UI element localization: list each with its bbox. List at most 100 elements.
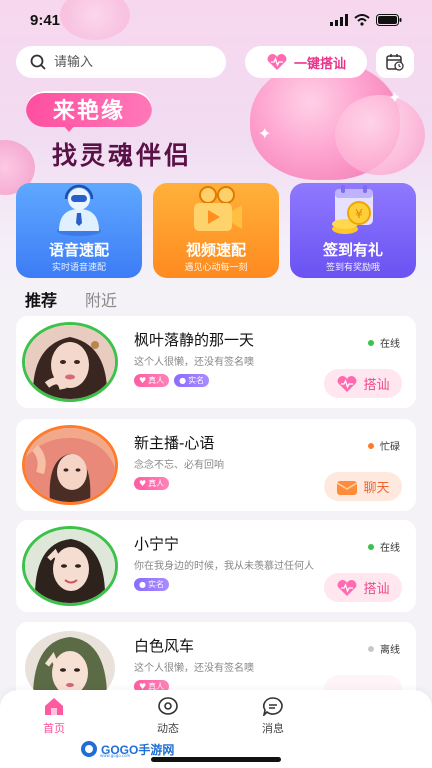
video-match-card[interactable]: 视频速配 遇见心动每一刻 [153,183,279,278]
tab-messages-label: 消息 [262,722,284,735]
quick-match-button[interactable]: 一键搭讪 [245,46,367,78]
status-label: 在线 [380,339,400,350]
banner-tag: 来艳缘 [26,91,152,127]
status-label: 离线 [380,645,400,656]
message-icon [262,697,283,716]
search-box[interactable] [16,46,226,78]
search-input[interactable] [54,54,194,70]
signal-icon [330,14,348,26]
user-badges: ● 实名 [134,578,169,591]
real-person-badge: ♥ 真人 [134,374,170,387]
heart-badge-icon: ♥ [139,376,147,385]
badge-label: 真人 [148,376,165,385]
sparkle-icon: ✦ [258,124,272,143]
battery-icon [376,14,402,26]
heart-icon [267,54,287,70]
envelope-icon [337,480,358,495]
chat-label: 聊天 [363,481,390,496]
watermark-logo-icon [81,741,97,757]
avatar[interactable] [22,526,118,606]
checkin-reward-card[interactable]: ¥ 签到有礼 签到有奖励哦 [290,183,416,278]
status-dot-icon [368,339,374,346]
headset-robot-icon [57,184,101,236]
greet-label: 搭讪 [363,378,390,393]
user-card[interactable]: 枫叶落静的那一天 这个人很懒，还没有签名噢 ♥ 真人 ● 实名 在线 搭讪 [16,316,416,408]
heart-icon [338,375,357,392]
tab-moments[interactable]: 动态 [138,696,198,736]
banner-title: 找灵魂伴侣 [52,141,193,170]
tab-messages[interactable]: 消息 [243,696,303,736]
badge-label: 实名 [188,376,205,385]
tab-recommend[interactable]: 推荐 [25,287,57,311]
feature-cards: 语音速配 实时语音速配 视频速配 遇见心动每一刻 ¥ 签到有礼 签到有奖励哦 [16,183,416,278]
person-badge-icon: ● [179,376,187,385]
video-match-title: 视频速配 [185,241,246,259]
user-name: 枫叶落静的那一天 [134,331,255,349]
checkin-calendar-button[interactable] [376,46,414,78]
user-card[interactable]: 小宁宁 你在我身边的时候，我从未羡慕过任何人 ● 实名 在线 搭讪 [16,520,416,612]
user-signature: 你在我身边的时候，我从未羡慕过任何人 [134,561,314,572]
verified-name-badge: ● 实名 [174,374,210,387]
user-badges: ♥ 真人 ● 实名 [134,374,210,387]
home-icon [45,698,63,715]
user-status: 离线 [368,641,400,656]
status-bar: 9:41 [0,0,432,40]
quick-match-label: 一键搭讪 [293,56,346,72]
greet-button[interactable]: 搭讪 [324,369,402,398]
calendar-coin-icon: ¥ [332,185,373,234]
avatar[interactable] [22,425,118,505]
user-signature: 这个人很懒，还没有签名噢 [134,663,254,674]
tab-moments-label: 动态 [157,722,179,735]
user-name: 新主播-心语 [134,434,215,452]
status-label: 忙碌 [380,442,400,453]
user-signature: 这个人很懒，还没有签名噢 [134,357,254,368]
video-camera-icon [194,186,242,231]
status-label: 在线 [380,543,400,554]
voice-match-card[interactable]: 语音速配 实时语音速配 [16,183,142,278]
badge-label: 实名 [147,580,164,589]
heart-balloon-decoration [335,95,425,175]
avatar[interactable] [22,322,118,402]
wifi-icon [354,14,370,26]
checkin-reward-title: 签到有礼 [322,241,383,259]
user-name: 白色风车 [134,637,195,655]
status-icons [330,14,402,26]
verified-name-badge: ● 实名 [134,578,169,591]
voice-match-title: 语音速配 [48,241,109,259]
real-person-badge: ♥ 真人 [134,477,170,490]
chat-button[interactable]: 聊天 [324,472,402,501]
tab-home-label: 首页 [43,722,65,735]
user-status: 忙碌 [368,438,400,453]
heart-badge-icon: ♥ [139,479,147,488]
sparkle-icon: ✦ [388,88,402,107]
person-badge-icon: ● [139,580,146,589]
badge-label: 真人 [148,479,165,488]
voice-match-subtitle: 实时语音速配 [51,263,106,273]
status-time: 9:41 [30,11,61,29]
video-match-subtitle: 遇见心动每一刻 [184,263,248,273]
user-badges: ♥ 真人 [134,477,170,490]
content-tabs: 推荐 附近 [25,287,117,311]
greet-label: 搭讪 [363,582,390,597]
tab-nearby[interactable]: 附近 [85,287,117,311]
banner-tag-tail [62,124,76,132]
svg-text:¥: ¥ [355,207,363,221]
user-name: 小宁宁 [134,535,180,553]
checkin-reward-subtitle: 签到有奖励哦 [325,263,380,273]
greet-button[interactable]: 搭讪 [324,573,402,602]
watermark-url: www.gogo.com [100,753,131,758]
home-indicator [151,757,281,762]
status-dot-icon [368,645,374,652]
tab-home[interactable]: 首页 [24,696,84,736]
user-status: 在线 [368,539,400,554]
status-dot-icon [368,543,374,550]
user-card[interactable]: 新主播-心语 念念不忘、必有回响 ♥ 真人 忙碌 聊天 [16,419,416,511]
search-icon [30,54,46,70]
search-row: 一键搭讪 [16,46,416,78]
status-dot-icon [368,442,374,449]
moments-icon [158,697,178,715]
user-signature: 念念不忘、必有回响 [134,460,224,471]
calendar-icon [386,54,404,71]
user-status: 在线 [368,335,400,350]
heart-icon [338,579,357,596]
